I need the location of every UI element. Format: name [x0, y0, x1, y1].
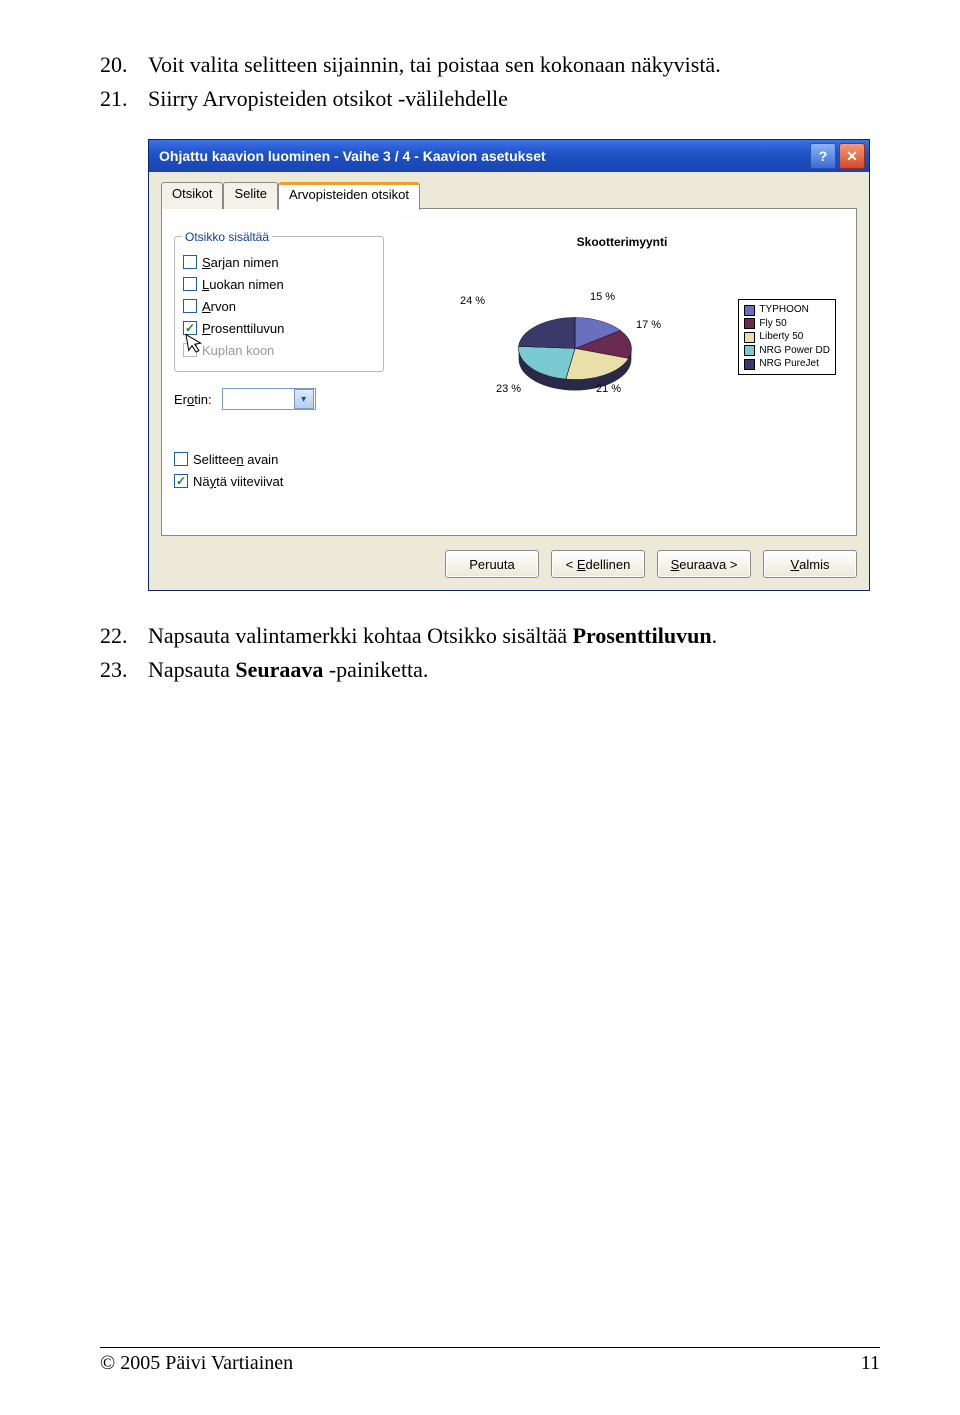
label-luokan-nimen: Luokan nimen	[202, 277, 284, 292]
finish-button[interactable]: Valmis	[763, 550, 857, 578]
legend-item-0: TYPHOON	[759, 303, 808, 317]
help-button[interactable]: ?	[810, 143, 836, 169]
label-kuplan-koon: Kuplan koon	[202, 343, 274, 358]
dialog-button-row: Peruuta < Edellinen Seuraava > Valmis	[161, 550, 857, 578]
label-prosenttiluvun: Prosenttiluvun	[202, 321, 284, 336]
chart-title: Skootterimyynti	[400, 235, 844, 249]
pct-label-24: 24 %	[460, 295, 485, 307]
legend-item-4: NRG PureJet	[759, 357, 818, 371]
label-arvon: Arvon	[202, 299, 236, 314]
cancel-button[interactable]: Peruuta	[445, 550, 539, 578]
step-20-text: Voit valita selitteen sijainnin, tai poi…	[148, 50, 880, 80]
step-23-text: Napsauta Seuraava -painiketta.	[148, 655, 880, 685]
label-nayta-viiteviivat: Näytä viiteviivat	[193, 474, 283, 489]
pct-label-21: 21 %	[596, 383, 621, 395]
combo-erotin[interactable]: ▾	[222, 388, 316, 410]
legend-item-2: Liberty 50	[759, 330, 803, 344]
checkbox-luokan-nimen[interactable]	[183, 277, 197, 291]
checkbox-arvon[interactable]	[183, 299, 197, 313]
tab-selite[interactable]: Selite	[223, 182, 278, 209]
step-21-number: 21.	[100, 84, 148, 114]
step-22-text: Napsauta valintamerkki kohtaa Otsikko si…	[148, 621, 880, 651]
pct-label-23: 23 %	[496, 383, 521, 395]
dialog-title: Ohjattu kaavion luominen - Vaihe 3 / 4 -…	[159, 148, 810, 164]
checkbox-sarjan-nimen[interactable]	[183, 255, 197, 269]
pct-label-17: 17 %	[636, 319, 661, 331]
close-button[interactable]: ✕	[839, 143, 865, 169]
step-20-number: 20.	[100, 50, 148, 80]
chevron-down-icon[interactable]: ▾	[294, 389, 314, 409]
checkbox-selitteen-avain[interactable]	[174, 452, 188, 466]
tab-panel: Otsikko sisältää Sarjan nimen Luokan nim…	[161, 208, 857, 536]
chart-legend: TYPHOON Fly 50 Liberty 50 NRG Power DD N…	[738, 299, 836, 375]
tab-arvopisteiden-otsikot[interactable]: Arvopisteiden otsikot	[278, 182, 420, 210]
step-21-text: Siirry Arvopisteiden otsikot -välilehdel…	[148, 84, 880, 114]
dialog-titlebar: Ohjattu kaavion luominen - Vaihe 3 / 4 -…	[149, 140, 869, 172]
page-footer: © 2005 Päivi Vartiainen 11	[100, 1347, 880, 1375]
tab-otsikot[interactable]: Otsikot	[161, 182, 223, 209]
checkbox-prosenttiluvun[interactable]: ✓	[183, 321, 197, 335]
back-button[interactable]: < Edellinen	[551, 550, 645, 578]
footer-page-number: 11	[861, 1352, 880, 1375]
checkbox-nayta-viiteviivat[interactable]: ✓	[174, 474, 188, 488]
groupbox-otsikko-sisaltaa: Sarjan nimen Luokan nimen Arvon ✓ Prosen…	[174, 236, 384, 372]
legend-item-1: Fly 50	[759, 317, 786, 331]
next-button[interactable]: Seuraava >	[657, 550, 751, 578]
label-selitteen-avain: Selitteen avain	[193, 452, 278, 467]
step-22-number: 22.	[100, 621, 148, 651]
group-label-otsikko-sisaltaa: Otsikko sisältää	[182, 230, 272, 244]
legend-item-3: NRG Power DD	[759, 344, 830, 358]
tab-strip: Otsikot Selite Arvopisteiden otsikot	[161, 182, 857, 208]
checkbox-kuplan-koon	[183, 343, 197, 357]
footer-copyright: © 2005 Päivi Vartiainen	[100, 1352, 293, 1375]
pct-label-15: 15 %	[590, 291, 615, 303]
label-erotin: Erotin:	[174, 392, 212, 407]
step-23-number: 23.	[100, 655, 148, 685]
label-sarjan-nimen: Sarjan nimen	[202, 255, 279, 270]
chart-preview: Skootterimyynti	[400, 221, 844, 521]
pie-chart-icon	[500, 303, 650, 403]
chart-wizard-dialog: Ohjattu kaavion luominen - Vaihe 3 / 4 -…	[148, 139, 870, 591]
